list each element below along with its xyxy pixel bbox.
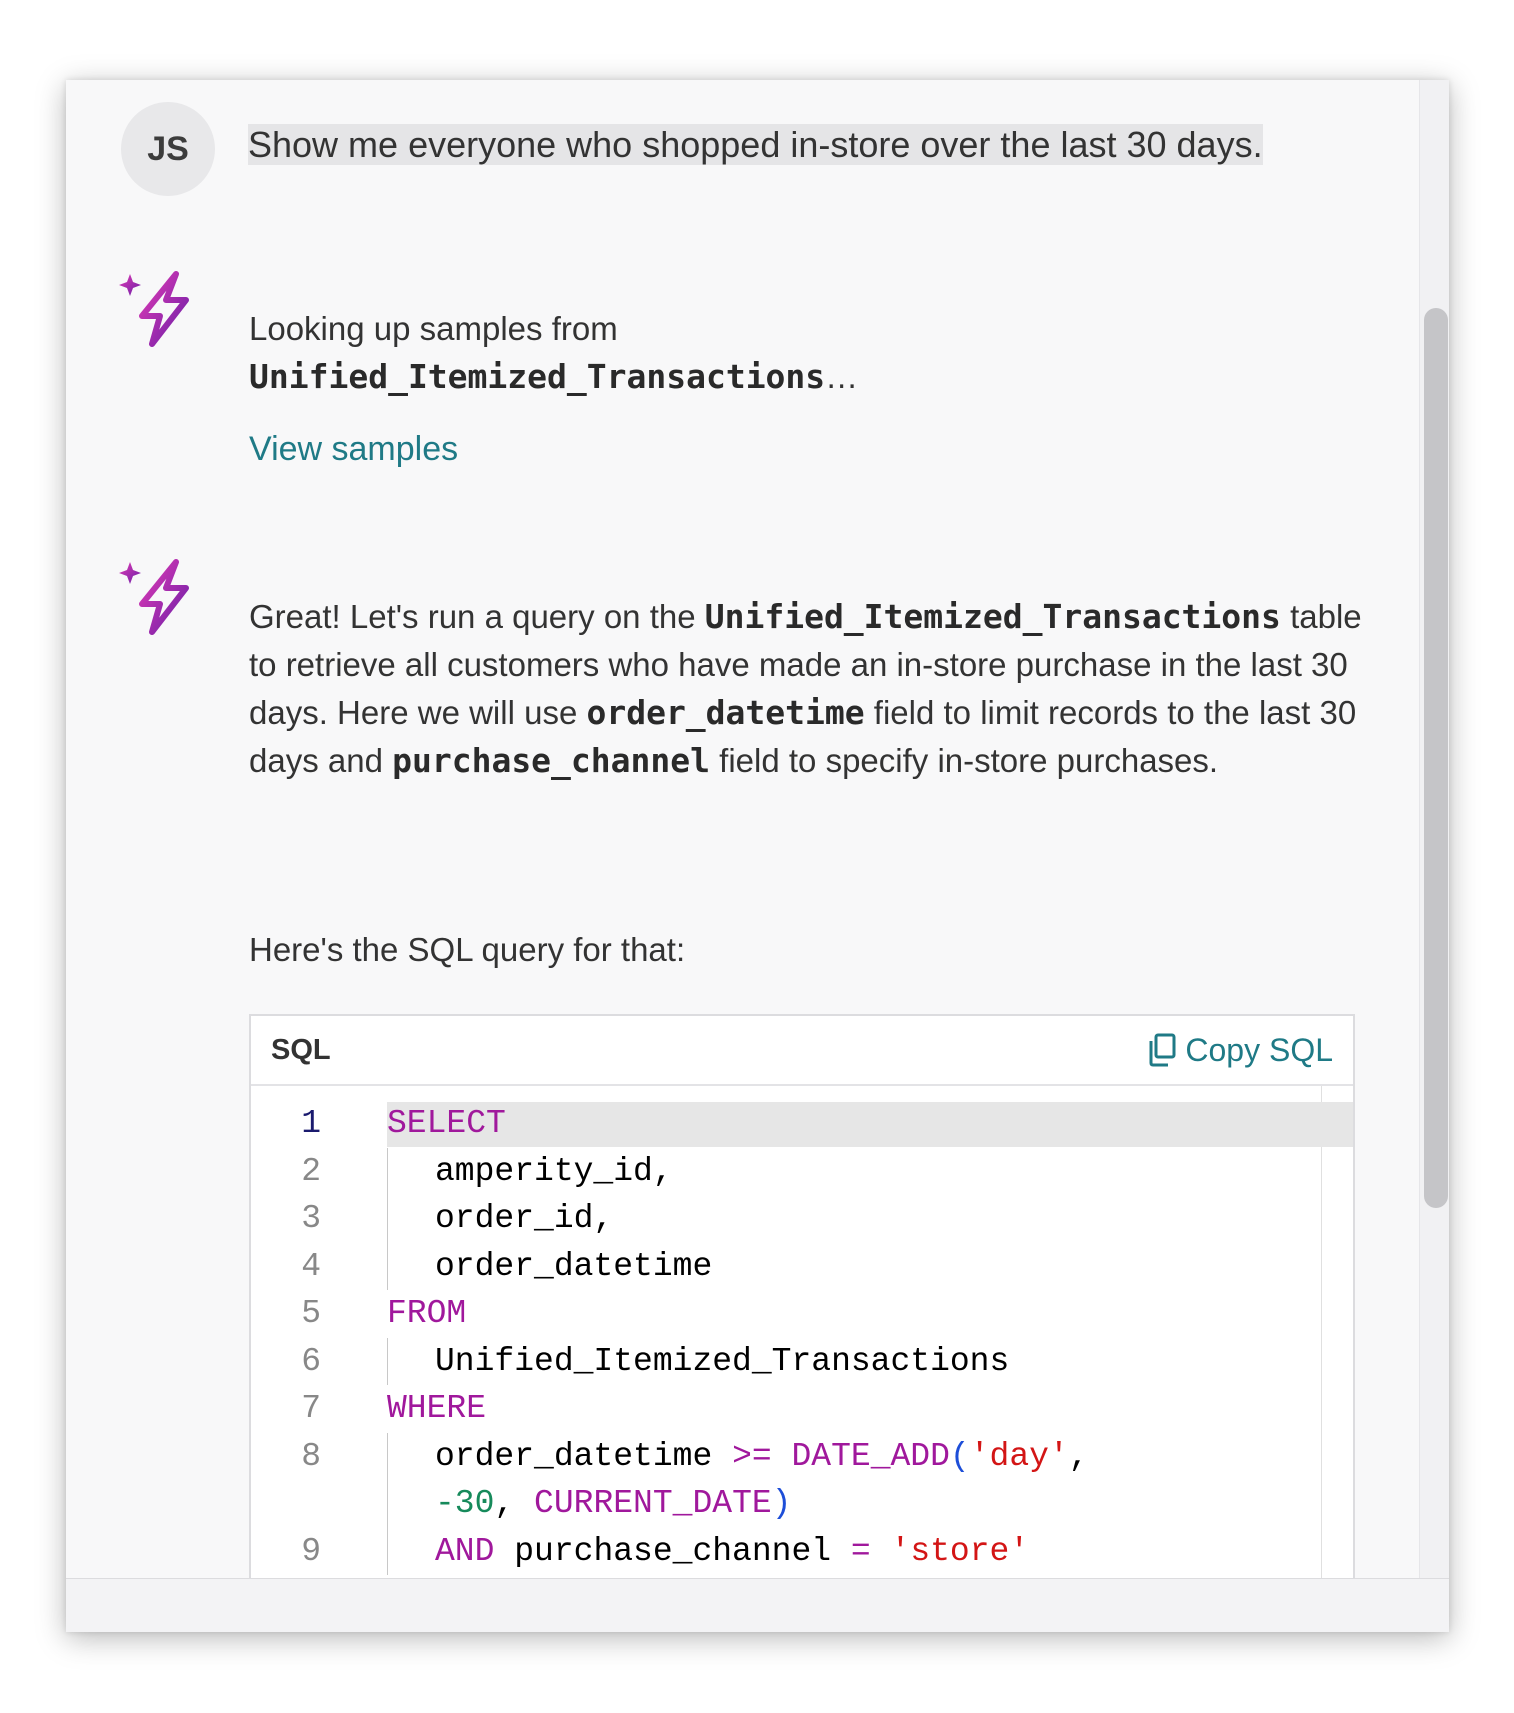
sql-operator: = [850,1532,871,1570]
sql-number: -30 [435,1485,495,1523]
indent-guide [387,1147,388,1195]
sql-code-block: SQL Copy SQL 1 SELECT 2 amperity_id, 3 o… [249,1014,1355,1632]
sql-keyword: FROM [387,1295,467,1333]
code-editor[interactable]: 1 SELECT 2 amperity_id, 3 order_id, 4 or… [251,1086,1353,1575]
sql-string: 'day' [969,1437,1069,1475]
code-line: 6 Unified_Itemized_Transactions [251,1337,1353,1385]
line-number: 3 [301,1200,321,1238]
lookup-prefix: Looking up samples from [249,310,618,347]
user-avatar: JS [121,102,215,196]
sparkle-bolt-icon [119,271,189,347]
indent-guide [387,1480,388,1528]
sql-operator: >= [732,1437,772,1475]
user-message: Show me everyone who shopped in-store ov… [248,122,1263,168]
code-line: 1 SELECT [251,1100,1353,1148]
line-number: 8 [301,1437,321,1475]
sql-identifier: order_datetime [435,1247,713,1285]
scrollbar-thumb[interactable] [1424,308,1448,1208]
code-line: 8 order_datetime >= DATE_ADD('day', [251,1432,1353,1480]
sql-paren: ) [771,1485,792,1523]
sql-identifier: Unified_Itemized_Transactions [435,1342,1010,1380]
code-line: 4 order_datetime [251,1242,1353,1290]
explanation-text: field to specify in-store purchases. [710,742,1219,779]
copy-sql-label: Copy SQL [1185,1031,1333,1068]
line-number: 7 [301,1390,321,1428]
sql-expression-wrap: -30, CURRENT_DATE) [435,1485,791,1522]
line-number: 9 [301,1532,321,1570]
avatar-initials: JS [147,129,189,168]
view-samples-link[interactable]: View samples [249,430,458,469]
code-block-header: SQL Copy SQL [251,1016,1353,1086]
code-line: -30, CURRENT_DATE) [251,1480,1353,1528]
sql-identifier: order_datetime [435,1437,733,1475]
copy-icon [1149,1033,1176,1067]
copy-sql-button[interactable]: Copy SQL [1147,1032,1333,1069]
code-line: 9 AND purchase_channel = 'store' [251,1527,1353,1575]
code-language-label: SQL [271,1033,331,1066]
indent-guide [387,1432,388,1480]
indent-guide [387,1195,388,1243]
sql-identifier: amperity_id, [435,1152,673,1190]
sql-expression: order_datetime >= DATE_ADD('day', [435,1438,1089,1475]
sql-comma: , [1068,1437,1089,1475]
assistant-message-lookup: Looking up samples from Unified_Itemized… [249,305,1389,401]
explanation-text: Great! Let's run a query on the [249,598,705,635]
sql-function: DATE_ADD [791,1437,950,1475]
lookup-ellipsis: … [825,358,859,395]
sparkle-bolt-icon [119,559,189,635]
bottom-bar [66,1578,1449,1632]
assistant-message-explanation: Great! Let's run a query on the Unified_… [249,593,1374,785]
code-line: 7 WHERE [251,1385,1353,1433]
lookup-table-line: Unified_Itemized_Transactions… [249,353,1389,401]
sql-function: CURRENT_DATE [534,1485,772,1523]
explanation-paragraph: Great! Let's run a query on the Unified_… [249,593,1374,785]
sql-identifier: order_id, [435,1200,614,1238]
sql-keyword: WHERE [387,1390,487,1428]
sql-identifier: purchase_channel [494,1532,851,1570]
explanation-field-channel: purchase_channel [392,741,710,780]
lookup-table-name: Unified_Itemized_Transactions [249,357,826,396]
line-number: 4 [301,1247,321,1285]
line-number: 2 [301,1152,321,1190]
indent-guide [387,1527,388,1575]
sql-expression: AND purchase_channel = 'store' [435,1533,1029,1570]
code-line: 5 FROM [251,1290,1353,1338]
indent-guide [387,1242,388,1290]
sql-paren: ( [949,1437,970,1475]
explanation-field-datetime: order_datetime [586,693,865,732]
user-message-text: Show me everyone who shopped in-store ov… [248,124,1263,165]
chat-window: JS Show me everyone who shopped in-store… [66,80,1449,1632]
sql-string: 'store' [890,1532,1030,1570]
explanation-table-name: Unified_Itemized_Transactions [704,597,1281,636]
sql-keyword: AND [435,1532,495,1570]
sql-intro-text: Here's the SQL query for that: [249,931,686,968]
line-number: 1 [301,1105,321,1143]
sql-space [772,1438,792,1475]
indent-guide [387,1337,388,1385]
line-number: 6 [301,1342,321,1380]
code-line: 2 amperity_id, [251,1147,1353,1195]
sql-space [871,1533,891,1570]
line-number: 5 [301,1295,321,1333]
sql-keyword: SELECT [387,1105,506,1143]
sql-comma: , [494,1485,535,1523]
code-line: 3 order_id, [251,1195,1353,1243]
